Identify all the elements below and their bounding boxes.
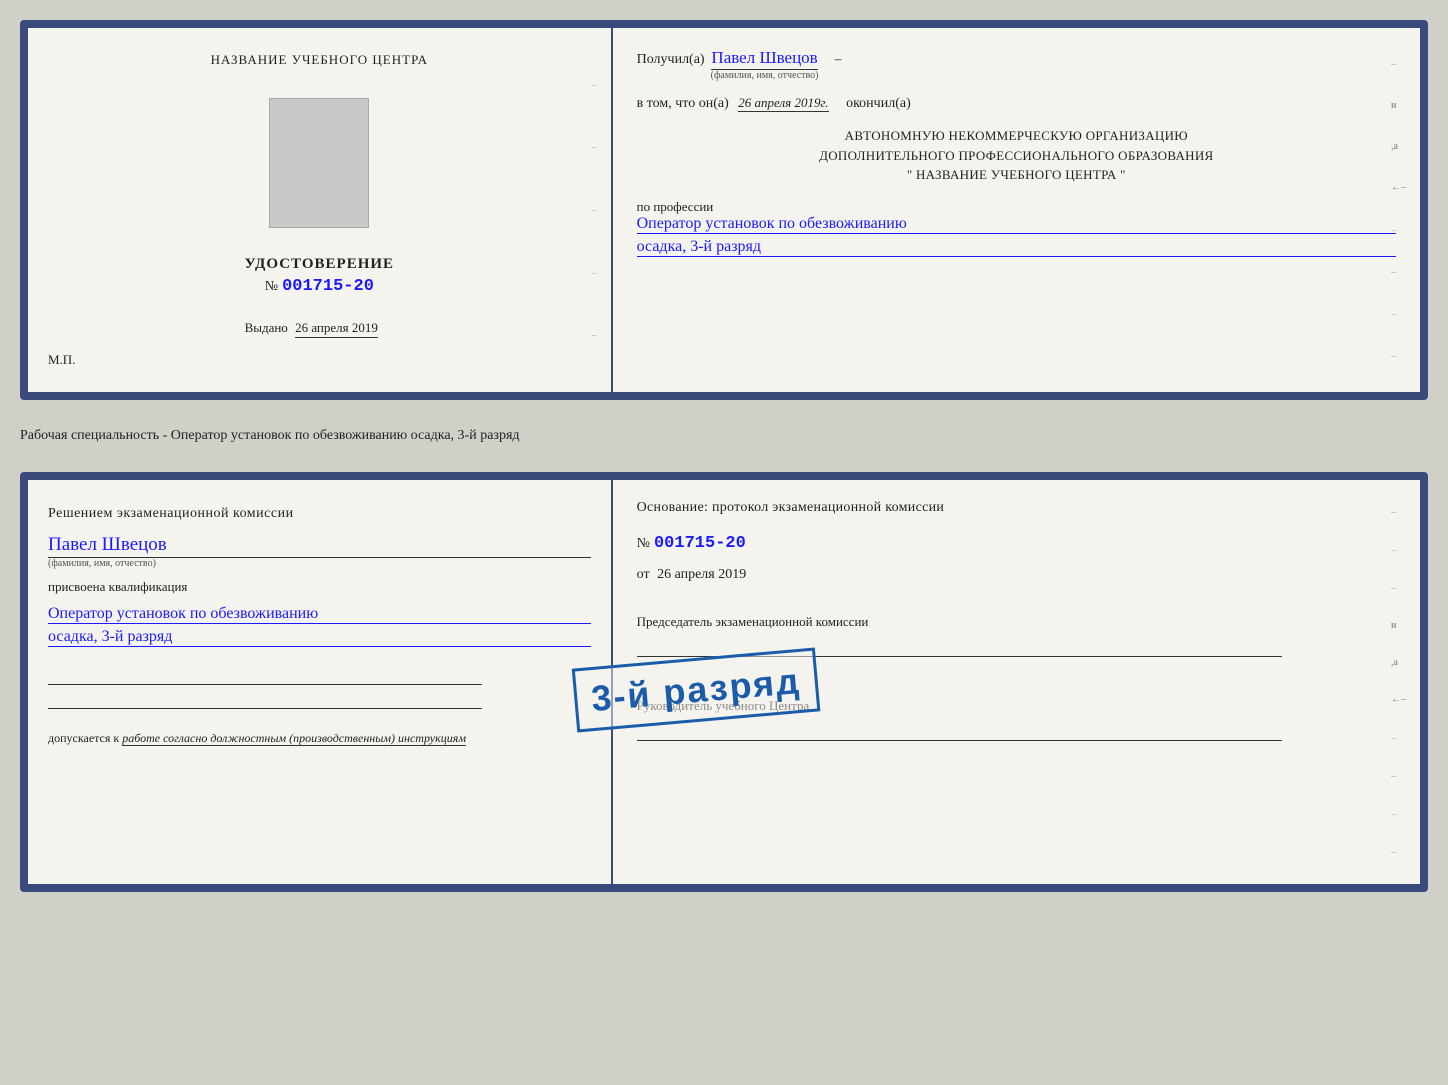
cert1-dashes: – – – – –: [591, 28, 597, 392]
cert2-date-line: от 26 апреля 2019: [637, 567, 1396, 583]
cert2-protocol-label: №: [637, 536, 650, 551]
cert2-допускается-label: допускается к: [48, 731, 119, 745]
cert1-person-name: Павел Швецов: [711, 48, 817, 70]
cert2-sig-line-1: [48, 665, 482, 685]
cert2-qual-rank: осадка, 3-й разряд: [48, 628, 591, 647]
cert2-допускается-value: работе согласно должностным (производств…: [122, 731, 466, 746]
cert1-org-name: НАЗВАНИЕ УЧЕБНОГО ЦЕНТРА: [211, 52, 428, 68]
cert1-left-panel: НАЗВАНИЕ УЧЕБНОГО ЦЕНТРА УДОСТОВЕРЕНИЕ №…: [28, 28, 613, 392]
cert1-profession-block: по профессии Оператор установок по обезв…: [637, 199, 1396, 257]
cert1-org-line3: " НАЗВАНИЕ УЧЕБНОГО ЦЕНТРА ": [637, 165, 1396, 185]
cert2-chairman-block: Председатель экзаменационной комиссии: [637, 613, 1396, 657]
certificate-2: Решением экзаменационной комиссии Павел …: [20, 472, 1428, 892]
cert2-sig-lines: [48, 665, 591, 709]
cert2-chairman-label: Председатель экзаменационной комиссии: [637, 613, 1396, 631]
cert2-basis-title: Основание: протокол экзаменационной коми…: [637, 500, 1396, 516]
cert1-mp: М.П.: [48, 352, 75, 368]
cert2-protocol-line: № 001715-20: [637, 534, 1396, 553]
cert2-sig-line-2: [48, 689, 482, 709]
cert1-date-line: в том, что он(а) 26 апреля 2019г. окончи…: [637, 95, 1396, 112]
cert1-number-label: №: [265, 279, 278, 294]
cert1-org-block: АВТОНОМНУЮ НЕКОММЕРЧЕСКУЮ ОРГАНИЗАЦИЮ ДО…: [637, 126, 1396, 185]
cert1-title: УДОСТОВЕРЕНИЕ: [245, 256, 395, 273]
cert1-received-line: Получил(а) Павел Швецов (фамилия, имя, о…: [637, 48, 1396, 81]
cert1-org-line1: АВТОНОМНУЮ НЕКОММЕРЧЕСКУЮ ОРГАНИЗАЦИЮ: [637, 126, 1396, 146]
cert2-person-block: Павел Швецов (фамилия, имя, отчество): [48, 534, 591, 569]
cert1-issued-label: Выдано: [245, 320, 288, 335]
cert2-person-name: Павел Швецов: [48, 534, 591, 558]
cert1-date-value: 26 апреля 2019г.: [738, 95, 828, 112]
cert1-issued-date: 26 апреля 2019: [295, 320, 378, 338]
cert1-number: 001715-20: [282, 277, 374, 296]
cert2-date-prefix: от: [637, 567, 650, 582]
cert1-profession-name: Оператор установок по обезвоживанию: [637, 215, 1396, 234]
cert1-date-prefix: в том, что он(а): [637, 96, 729, 111]
cert2-left-panel: Решением экзаменационной комиссии Павел …: [28, 480, 613, 884]
cert2-qual-name: Оператор установок по обезвоживанию: [48, 605, 591, 624]
cert1-right-panel: Получил(а) Павел Швецов (фамилия, имя, о…: [613, 28, 1420, 392]
photo-placeholder: [269, 98, 369, 228]
cert2-director-sig: [637, 721, 1282, 741]
page-container: НАЗВАНИЕ УЧЕБНОГО ЦЕНТРА УДОСТОВЕРЕНИЕ №…: [20, 20, 1428, 892]
cert2-person-subtitle: (фамилия, имя, отчество): [48, 558, 591, 569]
cert2-stamp-text: 3-й разряд: [590, 660, 803, 719]
cert2-qual-block: Оператор установок по обезвоживанию осад…: [48, 605, 591, 647]
cert1-date-suffix: окончил(а): [846, 96, 911, 111]
cert1-issued: Выдано 26 апреля 2019: [245, 320, 395, 338]
cert2-protocol-number: 001715-20: [654, 534, 746, 553]
cert1-org-line2: ДОПОЛНИТЕЛЬНОГО ПРОФЕССИОНАЛЬНОГО ОБРАЗО…: [637, 146, 1396, 166]
cert2-допускается-block: допускается к работе согласно должностны…: [48, 729, 591, 747]
cert1-name-subtitle: (фамилия, имя, отчество): [711, 70, 819, 81]
cert1-profession-label: по профессии: [637, 199, 1396, 215]
cert1-received-prefix: Получил(а): [637, 52, 705, 68]
cert1-profession-rank: осадка, 3-й разряд: [637, 238, 1396, 257]
separator-text: Рабочая специальность - Оператор установ…: [20, 420, 1428, 452]
cert1-title-block: УДОСТОВЕРЕНИЕ № 001715-20: [245, 256, 395, 296]
cert2-date-value: 26 апреля 2019: [657, 567, 746, 582]
certificate-1: НАЗВАНИЕ УЧЕБНОГО ЦЕНТРА УДОСТОВЕРЕНИЕ №…: [20, 20, 1428, 400]
cert2-decision-title: Решением экзаменационной комиссии: [48, 504, 591, 524]
cert2-assigned-label: присвоена квалификация: [48, 579, 591, 595]
